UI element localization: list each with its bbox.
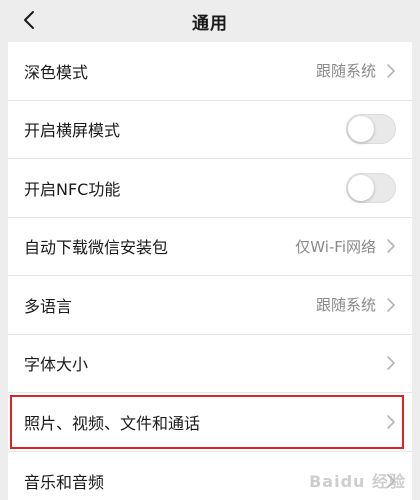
- setting-value: 跟随系统: [315, 296, 376, 315]
- settings-list: 深色模式 跟随系统 开启横屏模式 开启NFC功能 自动下载微信安装包 仅Wi-F…: [8, 42, 412, 500]
- setting-label: 照片、视频、文件和通话: [24, 413, 201, 433]
- setting-row-nfc: 开启NFC功能: [8, 159, 412, 218]
- setting-value: 跟随系统: [315, 62, 376, 81]
- setting-row-font-size[interactable]: 字体大小: [8, 335, 412, 393]
- toggle-knob: [348, 116, 374, 143]
- chevron-right-icon: [387, 297, 395, 312]
- setting-label: 开启NFC功能: [24, 179, 121, 199]
- setting-row-dark-mode[interactable]: 深色模式 跟随系统: [8, 42, 412, 101]
- setting-label: 多语言: [24, 296, 73, 316]
- chevron-right-icon: [387, 239, 395, 254]
- setting-row-media-files-calls[interactable]: 照片、视频、文件和通话: [8, 393, 412, 452]
- nav-header: 通用: [0, 0, 420, 40]
- landscape-toggle[interactable]: [346, 114, 396, 145]
- chevron-right-icon: [387, 414, 395, 429]
- setting-row-language[interactable]: 多语言 跟随系统: [8, 276, 412, 335]
- chevron-right-icon: [387, 356, 395, 371]
- baidu-watermark: Baidu 经验: [309, 472, 406, 491]
- setting-label: 字体大小: [24, 355, 89, 375]
- chevron-right-icon: [387, 63, 395, 78]
- setting-label: 开启横屏模式: [24, 121, 121, 141]
- setting-label: 自动下载微信安装包: [24, 238, 169, 258]
- nfc-toggle[interactable]: [346, 172, 396, 203]
- setting-label: 深色模式: [24, 62, 89, 82]
- page-title: 通用: [192, 14, 228, 34]
- setting-row-landscape: 开启横屏模式: [8, 101, 412, 159]
- setting-row-auto-download[interactable]: 自动下载微信安装包 仅Wi-Fi网络: [8, 218, 412, 276]
- toggle-knob: [348, 174, 374, 201]
- setting-value: 仅Wi-Fi网络: [295, 237, 376, 256]
